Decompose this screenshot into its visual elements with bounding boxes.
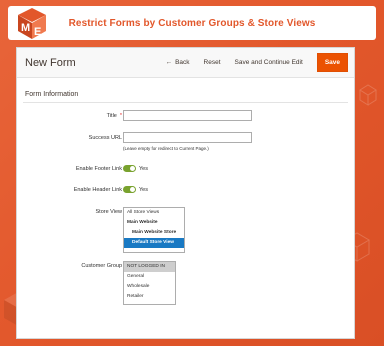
store-view-label: Store View <box>95 209 123 215</box>
store-view-option-selected[interactable]: Default Store View <box>124 238 184 248</box>
store-view-option: Main Website Store <box>132 230 177 235</box>
page-actions: ← Back Reset Save and Continue Edit Save <box>166 53 348 72</box>
customer-group-option[interactable]: General <box>124 272 175 282</box>
header-link-label: Enable Header Link <box>73 187 122 193</box>
success-url-label: Success URL <box>88 135 122 141</box>
header-banner: M E Restrict Forms by Customer Groups & … <box>8 6 376 40</box>
page-title: New Form <box>25 56 76 69</box>
success-url-note: (Leave empty for redirect to Current Pag… <box>123 146 209 151</box>
customer-group-multiselect[interactable]: NOT LOGGED IN General Wholesale Retailer <box>123 261 176 305</box>
save-continue-button[interactable]: Save and Continue Edit <box>235 59 303 66</box>
customer-group-option[interactable]: Wholesale <box>124 282 175 292</box>
customer-group-option-selected[interactable]: NOT LOGGED IN <box>124 262 175 272</box>
success-url-input[interactable] <box>123 132 252 143</box>
title-input[interactable] <box>123 110 252 121</box>
footer-link-toggle[interactable] <box>123 165 136 172</box>
save-button[interactable]: Save <box>316 53 348 72</box>
header-link-value: Yes <box>139 187 148 193</box>
required-marker: * <box>119 113 122 119</box>
customer-group-option[interactable]: Retailer <box>124 292 175 302</box>
store-view-option[interactable]: All Store Views <box>124 208 184 218</box>
svg-text:E: E <box>34 26 41 38</box>
arrow-left-icon: ← <box>165 59 173 66</box>
section-title: Form Information <box>23 86 348 103</box>
brand-logo: M E <box>18 8 46 39</box>
footer-link-value: Yes <box>139 166 148 172</box>
admin-panel: New Form ← Back Reset Save and Continue … <box>16 47 355 339</box>
customer-group-label: Customer Group <box>81 263 122 269</box>
svg-text:M: M <box>21 22 30 34</box>
back-button-label: Back <box>175 59 190 66</box>
header-link-toggle[interactable] <box>123 186 136 193</box>
banner-title: Restrict Forms by Customer Groups & Stor… <box>68 17 316 29</box>
back-button[interactable]: ← Back <box>166 59 190 66</box>
footer-link-label: Enable Footer Link <box>75 166 122 172</box>
page-header: New Form ← Back Reset Save and Continue … <box>17 48 354 78</box>
store-view-multiselect[interactable]: All Store Views Main Website Main Websit… <box>123 207 185 253</box>
reset-button[interactable]: Reset <box>204 59 221 66</box>
title-label: Title * <box>106 113 122 119</box>
store-view-option: Main Website <box>127 220 158 225</box>
